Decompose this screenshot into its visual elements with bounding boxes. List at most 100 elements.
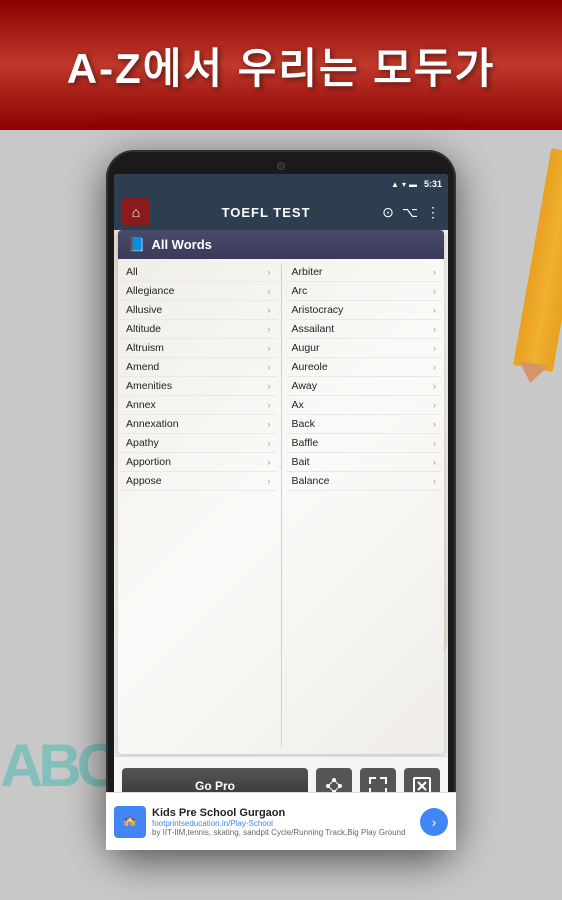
ad-icon: 🏫 [114,806,146,815]
arrow-icon: › [433,476,436,486]
arrow-icon: › [268,267,271,277]
ad-text-container: Kids Pre School Gurgaon footprintseducat… [152,807,414,815]
home-button[interactable]: ⌂ [122,198,150,226]
nav-icons: ⊙ ⌥ ⋮ [382,204,440,221]
arrow-icon: › [268,381,271,391]
list-item[interactable]: Altruism › [120,339,277,358]
arrow-icon: › [268,305,271,315]
list-item[interactable]: All › [120,263,277,282]
arrow-icon: › [268,419,271,429]
book-title: All Words [151,237,211,252]
list-item[interactable]: Away › [286,377,443,396]
word-text: All [126,266,138,278]
word-text: Balance [292,475,330,487]
arrow-icon: › [433,343,436,353]
arrow-icon: › [268,324,271,334]
game-icon[interactable]: ⌥ [402,204,418,221]
status-time: 5:31 [424,179,442,189]
signal-icon: ▲ [391,180,399,189]
word-text: Apportion [126,456,171,468]
word-text: Arc [292,285,308,297]
word-text: Augur [292,342,320,354]
arrow-icon: › [433,419,436,429]
tablet-screen: ▲ ▾ ▬ 5:31 ⌂ TOEFL TEST ⊙ ⌥ ⋮ [114,174,448,814]
list-item[interactable]: Bait › [286,453,443,472]
word-text: Annexation [126,418,179,430]
battery-icon: ▬ [409,180,417,189]
pencil-decoration [513,148,562,372]
list-item[interactable]: Allusive › [120,301,277,320]
word-text: Allusive [126,304,162,316]
arrow-icon: › [268,438,271,448]
word-text: Away [292,380,318,392]
tablet-camera [277,162,285,170]
word-text: Altitude [126,323,161,335]
status-icons: ▲ ▾ ▬ 5:31 [391,179,442,189]
word-text: Apathy [126,437,159,449]
list-item[interactable]: Allegiance › [120,282,277,301]
target-icon[interactable]: ⊙ [382,204,394,221]
home-icon: ⌂ [132,204,140,220]
word-text: Aristocracy [292,304,344,316]
ad-arrow-button[interactable]: › [420,808,448,815]
column-divider [281,263,282,747]
nav-bar: ⌂ TOEFL TEST ⊙ ⌥ ⋮ [114,194,448,230]
arrow-icon: › [268,286,271,296]
list-item[interactable]: Amenities › [120,377,277,396]
list-item[interactable]: Ax › [286,396,443,415]
right-word-column: Arbiter › Arc › Aristocracy › Assailan [284,263,445,747]
content-area: 📘 All Words All › Allegiance › [114,230,448,814]
word-text: Ax [292,399,304,411]
arrow-icon: › [268,476,271,486]
ad-banner[interactable]: 🏫 Kids Pre School Gurgaon footprintseduc… [114,792,448,814]
list-item[interactable]: Appose › [120,472,277,491]
word-text: Aureole [292,361,328,373]
list-item[interactable]: Amend › [120,358,277,377]
list-item[interactable]: Apathy › [120,434,277,453]
list-item[interactable]: Arbiter › [286,263,443,282]
book-icon: 📘 [128,236,145,253]
word-text: Allegiance [126,285,174,297]
word-text: Back [292,418,315,430]
arrow-icon: › [433,324,436,334]
list-item[interactable]: Aureole › [286,358,443,377]
wifi-icon: ▾ [402,180,406,189]
arrow-icon: › [433,400,436,410]
list-item[interactable]: Assailant › [286,320,443,339]
tablet-frame: ▲ ▾ ▬ 5:31 ⌂ TOEFL TEST ⊙ ⌥ ⋮ [106,150,456,850]
list-item[interactable]: Baffle › [286,434,443,453]
list-item[interactable]: Arc › [286,282,443,301]
list-item[interactable]: Annex › [120,396,277,415]
book-header: 📘 All Words [118,230,444,259]
arrow-icon: › [433,381,436,391]
word-text: Amend [126,361,159,373]
word-text: Arbiter [292,266,323,278]
list-item[interactable]: Augur › [286,339,443,358]
arrow-icon: › [433,362,436,372]
arrow-icon: › [268,343,271,353]
arrow-icon: › [433,286,436,296]
list-item[interactable]: Balance › [286,472,443,491]
book-container: 📘 All Words All › Allegiance › [118,230,444,754]
banner-title: A-Z에서 우리는 모두가 [67,35,495,96]
word-text: Altruism [126,342,164,354]
word-list: All › Allegiance › Allusive › Altitude [118,259,444,751]
word-text: Baffle [292,437,319,449]
top-banner: A-Z에서 우리는 모두가 [0,0,562,130]
list-item[interactable]: Apportion › [120,453,277,472]
arrow-icon: › [268,362,271,372]
word-text: Appose [126,475,162,487]
arrow-icon: › [433,438,436,448]
left-word-column: All › Allegiance › Allusive › Altitude [118,263,279,747]
more-icon[interactable]: ⋮ [426,204,440,221]
list-item[interactable]: Annexation › [120,415,277,434]
word-text: Amenities [126,380,172,392]
arrow-icon: › [268,457,271,467]
list-item[interactable]: Back › [286,415,443,434]
word-text: Bait [292,456,310,468]
arrow-icon: › [433,305,436,315]
arrow-icon: › [433,267,436,277]
word-text: Annex [126,399,156,411]
list-item[interactable]: Altitude › [120,320,277,339]
list-item[interactable]: Aristocracy › [286,301,443,320]
